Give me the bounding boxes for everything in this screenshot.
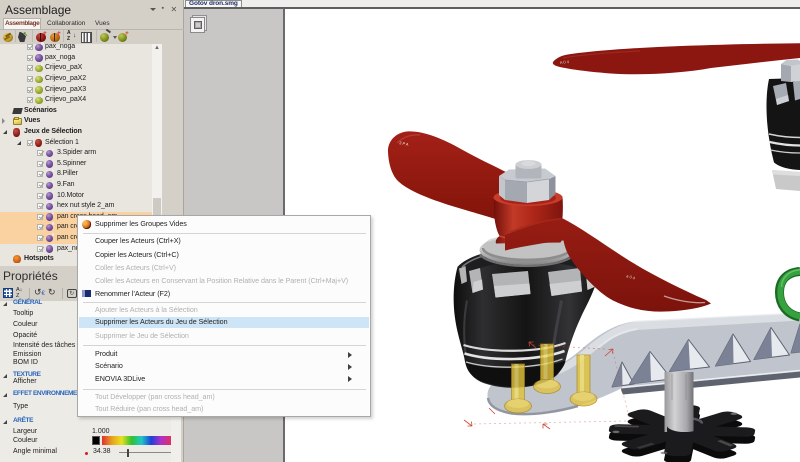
svg-text:A 0 4: A 0 4: [560, 59, 570, 65]
